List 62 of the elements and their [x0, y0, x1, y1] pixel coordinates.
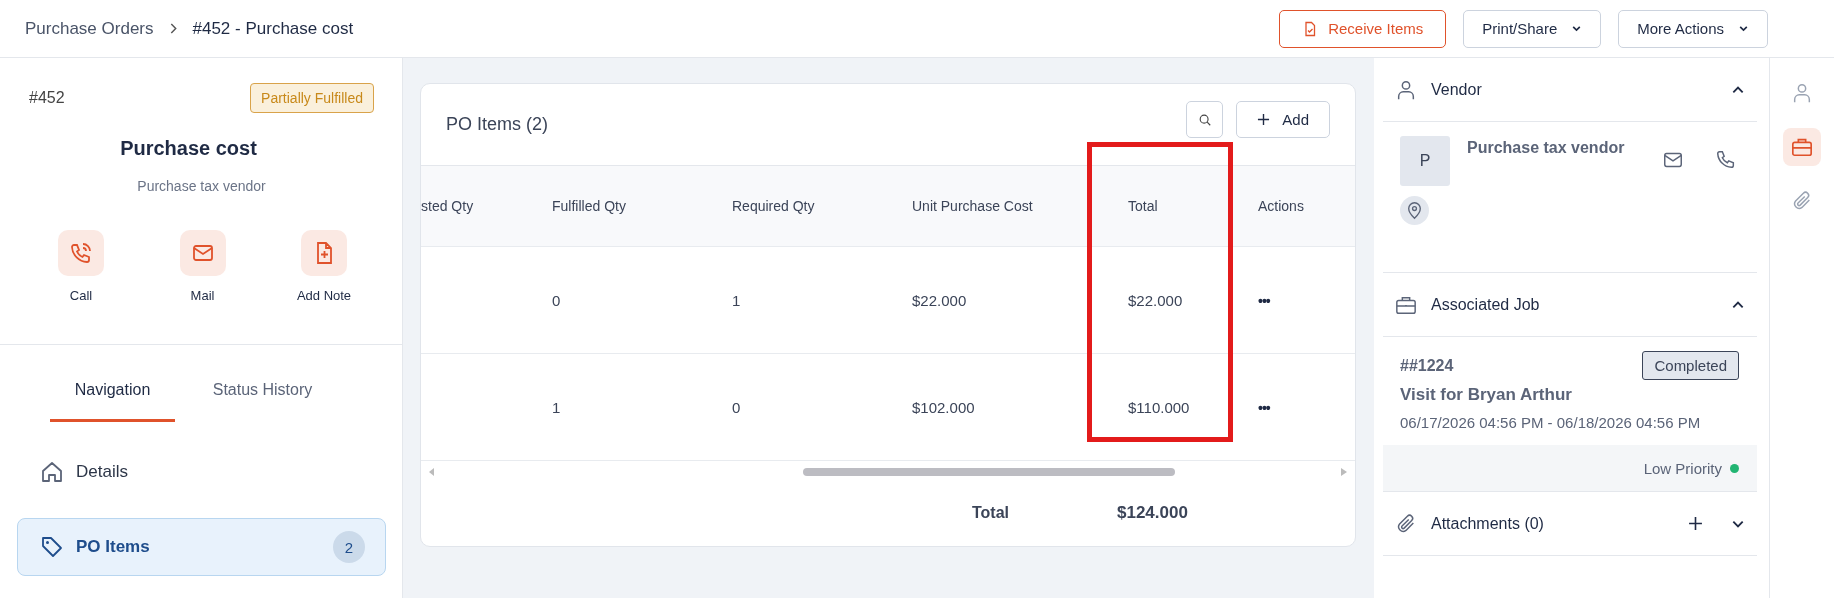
status-badge: Partially Fulfilled [250, 83, 374, 113]
section-title: Attachments (0) [1431, 514, 1545, 533]
column-header: sted Qty [421, 198, 475, 214]
add-icon[interactable] [1688, 516, 1703, 531]
table-cell-text: 1 [552, 398, 562, 416]
column-header: Total [1128, 198, 1159, 214]
column-header: Required Qty [732, 198, 816, 214]
table-cell-text: 1 [732, 291, 742, 309]
section-title: Associated Job [1431, 295, 1541, 314]
call-button[interactable] [58, 230, 104, 276]
table-cell-text: 0 [732, 398, 742, 416]
home-icon [40, 460, 64, 484]
order-number: #452 [29, 89, 65, 107]
phone-icon[interactable] [1715, 149, 1737, 171]
add-button[interactable]: Add [1236, 101, 1330, 138]
header-button[interactable]: More Actions [1618, 9, 1768, 48]
priority-label: Low Priority [1643, 459, 1722, 477]
job-title: Visit for Bryan Arthur [1400, 385, 1573, 405]
header-button[interactable]: Receive Items [1279, 9, 1447, 48]
more-button[interactable]: ••• [1258, 399, 1270, 416]
card-title: PO Items (2) [446, 114, 548, 135]
total-label: Total [972, 504, 1011, 522]
person-icon [1395, 78, 1417, 101]
vendor-avatar: P [1400, 136, 1450, 186]
search-icon [1197, 112, 1212, 127]
table-cell-text: $22.000 [1128, 291, 1184, 309]
tab[interactable]: Navigation [50, 381, 175, 422]
table-cell-text: $22.000 [912, 291, 968, 309]
tag-icon [40, 535, 64, 559]
table-cell-text: $110.000 [1128, 398, 1191, 416]
more-button[interactable]: ••• [1258, 292, 1270, 309]
add-note-button[interactable] [301, 230, 347, 276]
nav-item[interactable]: Details [17, 452, 386, 492]
header-button[interactable]: Print/Share [1463, 9, 1602, 48]
job-number: ##1224 [1400, 356, 1454, 375]
count-badge: 2 [333, 531, 365, 563]
search-button[interactable] [1186, 101, 1224, 138]
paperclip-icon [1395, 512, 1417, 535]
table-cell-text: $102.000 [912, 398, 976, 416]
section-title: Vendor [1431, 80, 1483, 99]
status-badge: Completed [1642, 351, 1739, 380]
table-cell-text: 0 [552, 291, 562, 309]
location-pin-icon[interactable] [1400, 196, 1429, 225]
order-title: Purchase cost [119, 137, 258, 160]
mail-button[interactable] [179, 230, 226, 276]
breadcrumb-link[interactable]: Purchase Orders [25, 18, 154, 39]
action-label: Call [69, 288, 93, 303]
plus-icon [1257, 113, 1271, 126]
breadcrumb-current: #452 - Purchase cost [192, 18, 354, 39]
nav-item[interactable]: PO Items 2 [17, 518, 386, 576]
column-header: Unit Purchase Cost [912, 198, 1034, 214]
action-label: Add Note [296, 288, 352, 303]
job-dates: 06/17/2026 04:56 PM - 06/18/2026 04:56 PM [1400, 414, 1702, 431]
vendor-name: Purchase tax vendor [136, 178, 267, 194]
total-value: $124.000 [1117, 503, 1188, 523]
tab[interactable]: Status History [200, 381, 325, 422]
phone-icon [69, 241, 93, 265]
vendor-name: Purchase tax vendor [1467, 139, 1626, 157]
column-header: Actions [1258, 198, 1305, 214]
column-header: Fulfilled Qty [552, 198, 627, 214]
action-label: Mail [190, 288, 215, 303]
briefcase-icon[interactable] [1783, 128, 1821, 166]
